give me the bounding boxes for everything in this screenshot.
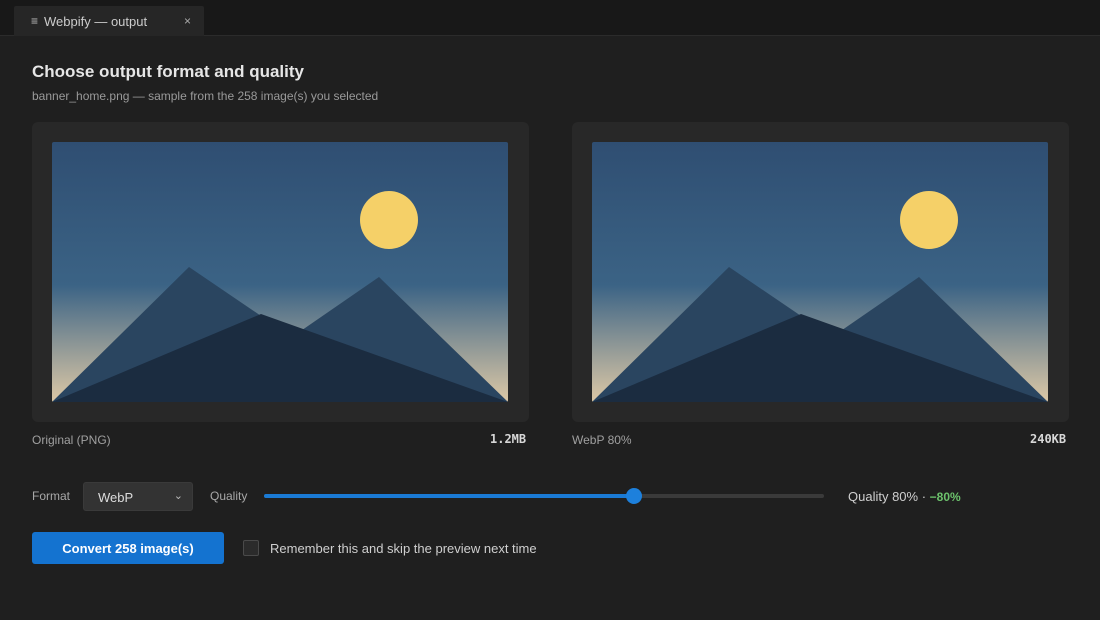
page-subtitle: banner_home.png — sample from the 258 im… (32, 89, 379, 103)
tab-webpify-output[interactable]: ≡ Webpify — output × (14, 6, 204, 36)
sun-shape (900, 191, 958, 249)
tab-title: Webpify — output (44, 14, 148, 29)
format-select-value: WebP (98, 490, 134, 505)
convert-button[interactable]: Convert 258 image(s) (32, 532, 224, 564)
slider-fill (264, 494, 634, 498)
quality-readout-text: Quality 80% · (848, 489, 927, 504)
format-label: Format (32, 489, 71, 503)
page-title: Choose output format and quality (32, 62, 304, 81)
chevron-down-icon: ⌄ (173, 490, 183, 502)
converted-preview-panel (572, 122, 1069, 422)
original-preview-panel (32, 122, 529, 422)
close-icon[interactable]: × (184, 14, 191, 28)
tab-bar: ≡ Webpify — output × (0, 0, 1100, 36)
size-reduction-badge: −80% (929, 490, 961, 504)
sun-shape (360, 191, 418, 249)
original-size: 1.2MB (490, 432, 527, 446)
remember-checkbox-label[interactable]: Remember this and skip the preview next … (270, 541, 537, 556)
original-preview-image (52, 142, 508, 402)
converted-caption: WebP 80% (572, 433, 632, 447)
quality-label: Quality (210, 489, 248, 503)
hamburger-menu-icon: ≡ (31, 14, 39, 28)
slider-thumb[interactable] (626, 488, 642, 504)
original-caption: Original (PNG) (32, 433, 111, 447)
converted-size: 240KB (1030, 432, 1067, 446)
quality-readout: Quality 80% · −80% (848, 489, 961, 504)
converted-preview-image (592, 142, 1048, 402)
format-select[interactable]: WebP ⌄ (83, 482, 193, 511)
remember-checkbox[interactable] (243, 540, 259, 556)
quality-slider[interactable] (264, 486, 824, 506)
